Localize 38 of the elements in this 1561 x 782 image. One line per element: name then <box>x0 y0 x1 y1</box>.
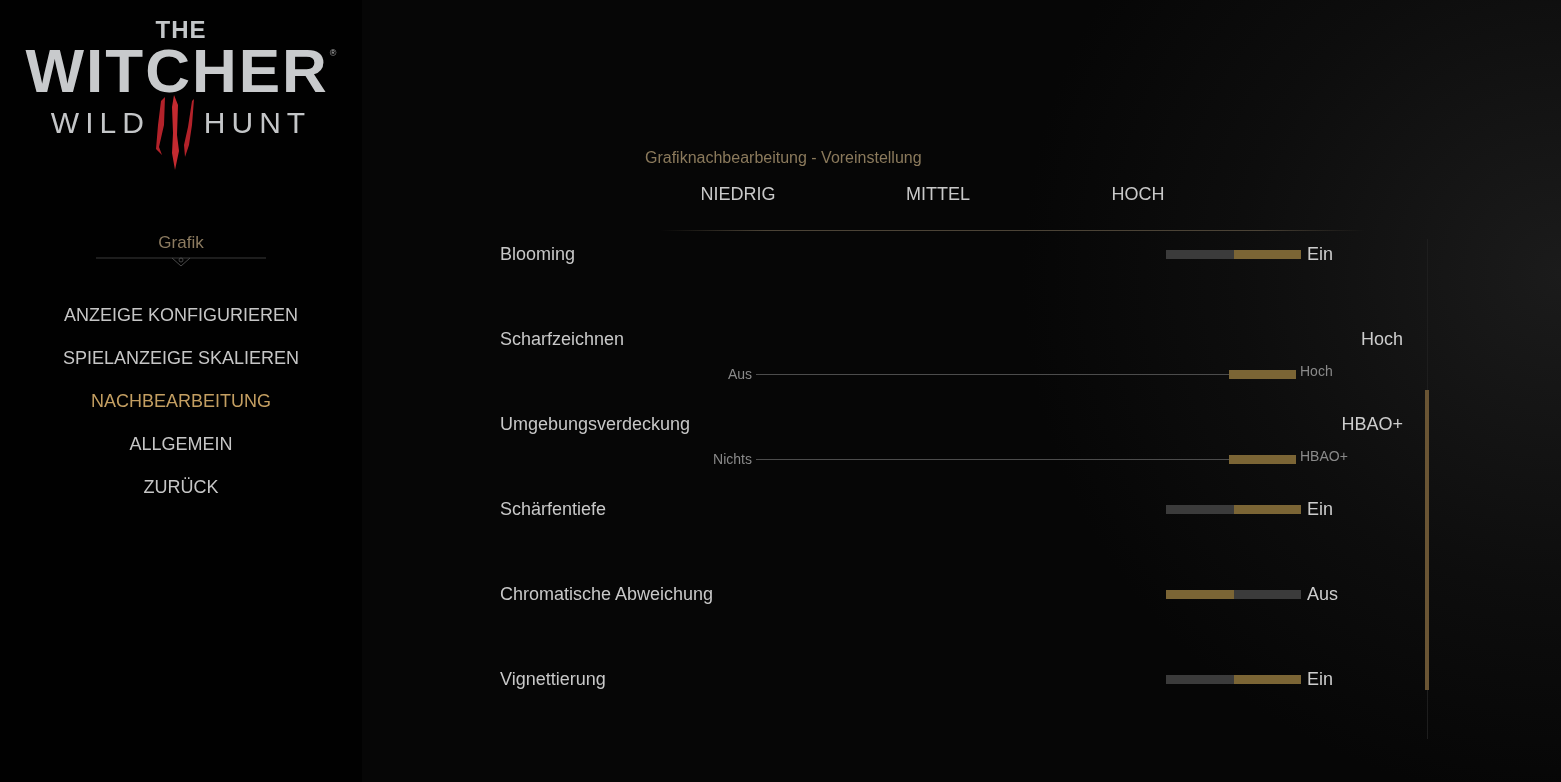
toggle-switch[interactable] <box>1166 674 1301 684</box>
slider-max-label: HBAO+ <box>1300 448 1348 464</box>
setting-label: Umgebungsverdeckung <box>500 413 691 435</box>
setting-value: Ein <box>1307 498 1333 520</box>
menu-item[interactable]: SPIELANZEIGE SKALIEREN <box>62 347 300 369</box>
logo-subtitle-word: HUNT <box>203 108 312 138</box>
preset-button[interactable]: MITTEL <box>838 182 1038 206</box>
preset-title: Grafiknachbearbeitung - Voreinstellung <box>644 148 922 168</box>
preset-button[interactable]: HOCH <box>1038 182 1238 206</box>
setting-label: Blooming <box>500 243 576 265</box>
menu-item[interactable]: ZURÜCK <box>143 476 219 498</box>
registered-mark: ® <box>329 48 337 58</box>
setting-value: Ein <box>1307 243 1333 265</box>
toggle-switch[interactable] <box>1166 249 1301 259</box>
logo-small-title: THE <box>155 18 207 42</box>
menu-item[interactable]: ALLGEMEIN <box>129 433 233 455</box>
scrollbar-thumb[interactable] <box>1425 390 1429 690</box>
setting-label: Scharfzeichnen <box>500 328 625 350</box>
menu-item[interactable]: ANZEIGE KONFIGURIEREN <box>64 304 298 326</box>
setting-value: HBAO+ <box>1341 413 1403 435</box>
logo-main-title: WITCHER <box>25 42 329 100</box>
menu-heading: Grafik <box>158 232 204 254</box>
slider-max-label: Hoch <box>1300 363 1333 379</box>
setting-label: Chromatische Abweichung <box>500 583 714 605</box>
slider-min-label: Nichts <box>713 451 752 467</box>
toggle-switch[interactable] <box>1166 504 1301 514</box>
slider-thumb[interactable] <box>1229 369 1296 379</box>
slider-thumb[interactable] <box>1229 454 1296 464</box>
slider-min-label: Aus <box>727 366 752 382</box>
setting-value: Hoch <box>1360 328 1403 350</box>
setting-label: Vignettierung <box>500 668 606 690</box>
setting-value: Ein <box>1307 668 1333 690</box>
menu-item[interactable]: NACHBEARBEITUNG <box>91 390 271 412</box>
setting-value: Aus <box>1307 583 1339 605</box>
toggle-switch[interactable] <box>1166 589 1301 599</box>
setting-label: Schärfentiefe <box>500 498 607 520</box>
logo-subtitle-word: WILD <box>50 108 150 138</box>
preset-button[interactable]: NIEDRIG <box>638 182 838 206</box>
